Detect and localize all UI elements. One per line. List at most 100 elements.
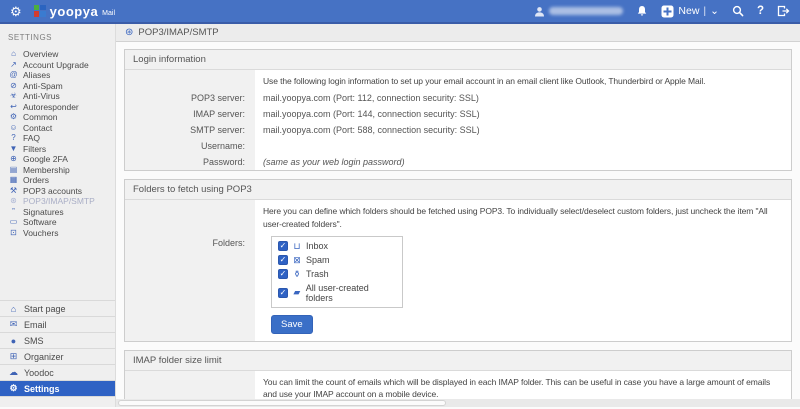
- smtp-server-value: mail.yoopya.com (Port: 588, connection s…: [255, 125, 791, 135]
- logout-icon[interactable]: [777, 5, 790, 17]
- app-item-yoodoc[interactable]: ☁Yoodoc: [0, 365, 115, 381]
- label-spacer: [125, 200, 255, 233]
- new-button[interactable]: New | ⌄: [661, 5, 719, 18]
- signatures-icon: ”: [8, 207, 19, 218]
- sidebar-item-aliases[interactable]: @ Aliases: [8, 70, 111, 81]
- new-divider: |: [703, 5, 706, 17]
- sidebar-item-vouchers[interactable]: ⊡Vouchers: [8, 228, 111, 239]
- smtp-server-label: SMTP server:: [125, 122, 255, 138]
- anti-spam-icon: ⊘: [8, 81, 19, 92]
- imap-server-value: mail.yoopya.com (Port: 144, connection s…: [255, 109, 791, 119]
- app-item-organizer[interactable]: ⊞Organizer: [0, 349, 115, 365]
- sidebar-item-pop3-imap-smtp: ⊛ POP3/IMAP/SMTP: [8, 196, 111, 207]
- brand-name: yoopya: [50, 6, 99, 18]
- main-panel: ⊛ POP3/IMAP/SMTP Login information Use t…: [116, 24, 800, 407]
- sidebar-item-orders[interactable]: ▦ Orders: [8, 175, 111, 186]
- app-nav: ⌂Start page ✉Email ●SMS ⊞Organizer ☁Yood…: [0, 300, 115, 407]
- pop3-accounts-icon: ⚒: [8, 186, 19, 197]
- folder-item-inbox: ✓ ⊔ Inbox: [278, 241, 396, 252]
- login-row-imap: IMAP server: mail.yoopya.com (Port: 144,…: [125, 106, 791, 122]
- inbox-checkbox[interactable]: ✓: [278, 241, 288, 251]
- anti-virus-icon: ☣: [8, 91, 19, 102]
- spam-checkbox[interactable]: ✓: [278, 255, 288, 265]
- app-item-email[interactable]: ✉Email: [0, 317, 115, 333]
- folder-item-label: Inbox: [306, 241, 328, 251]
- folder-item-label: Trash: [306, 269, 329, 279]
- orders-icon: ▦: [8, 175, 19, 186]
- section-login-information: Login information Use the following logi…: [124, 49, 792, 171]
- app-item-settings[interactable]: ⚙Settings: [0, 381, 115, 397]
- settings-nav: ⌂Overview ↗ Account Upgrade @ Aliases ⊘Ant…: [0, 49, 115, 238]
- brand-suffix: Mail: [102, 10, 115, 17]
- sidebar-item-google-2fa[interactable]: ⊕ Google 2FA: [8, 154, 111, 165]
- aliases-icon: @: [8, 70, 19, 81]
- horizontal-scrollbar[interactable]: [116, 399, 800, 407]
- sidebar-item-label: Orders: [23, 175, 49, 186]
- pop3-imap-smtp-icon: ⊛: [8, 196, 19, 207]
- folders-intro-text: Here you can define which folders should…: [255, 200, 791, 233]
- sidebar-item-common[interactable]: ⚙Common: [8, 112, 111, 123]
- sidebar-item-signatures[interactable]: ”Signatures: [8, 207, 111, 218]
- content-area: Login information Use the following logi…: [116, 42, 800, 407]
- horizontal-scrollbar-thumb[interactable]: [118, 400, 446, 406]
- section-title: IMAP folder size limit: [125, 351, 791, 371]
- contact-icon: ☺: [8, 123, 19, 134]
- sidebar-item-anti-spam[interactable]: ⊘Anti-Spam: [8, 81, 111, 92]
- section-title: Folders to fetch using POP3: [125, 180, 791, 200]
- sidebar-item-filters[interactable]: ▼ Filters: [8, 144, 111, 155]
- settings-gear-icon[interactable]: ⚙: [10, 5, 22, 18]
- folders-save-button[interactable]: Save: [271, 315, 313, 334]
- help-icon[interactable]: ?: [757, 5, 764, 17]
- sidebar-item-autoresponder[interactable]: ↩Autoresponder: [8, 102, 111, 113]
- page-title: POP3/IMAP/SMTP: [138, 27, 218, 38]
- google-2fa-icon: ⊕: [8, 154, 19, 165]
- sidebar-item-label: Account Upgrade: [23, 60, 89, 71]
- section-folders-fetch: Folders to fetch using POP3 Here you can…: [124, 179, 792, 342]
- folder-item-label: Spam: [306, 255, 330, 265]
- settings-sidebar: SETTINGS ⌂Overview ↗Account Upgrade @Ali…: [0, 24, 116, 407]
- sidebar-item-label: POP3/IMAP/SMTP: [23, 196, 95, 207]
- sidebar-item-account-upgrade[interactable]: ↗ Account Upgrade: [8, 60, 111, 71]
- trash-icon: ⚱: [292, 269, 302, 280]
- login-row-pop3: POP3 server: mail.yoopya.com (Port: 112,…: [125, 90, 791, 106]
- sidebar-item-anti-virus[interactable]: ☣Anti-Virus: [8, 91, 111, 102]
- folder-item-label: All user-created folders: [306, 283, 396, 303]
- app-item-sms[interactable]: ●SMS: [0, 333, 115, 349]
- folders-label: Folders:: [125, 233, 255, 310]
- user-account-menu[interactable]: [534, 6, 623, 17]
- sidebar-item-label: Vouchers: [23, 228, 58, 239]
- trash-checkbox[interactable]: ✓: [278, 269, 288, 279]
- sidebar-item-software[interactable]: ▭Software: [8, 217, 111, 228]
- all-folders-checkbox[interactable]: ✓: [278, 288, 288, 298]
- account-upgrade-icon: ↗: [8, 60, 19, 71]
- label-spacer: [125, 310, 255, 341]
- password-label: Password:: [125, 154, 255, 170]
- app-item-label: Email: [24, 320, 47, 330]
- sidebar-item-faq[interactable]: ?FAQ: [8, 133, 111, 144]
- sidebar-item-label: Filters: [23, 144, 46, 155]
- app-item-label: SMS: [24, 336, 44, 346]
- sidebar-item-membership[interactable]: ▤Membership: [8, 165, 111, 176]
- overview-icon: ⌂: [8, 49, 19, 60]
- sidebar-item-contact[interactable]: ☺Contact: [8, 123, 111, 134]
- folder-item-trash: ✓ ⚱ Trash: [278, 269, 396, 280]
- search-icon[interactable]: [732, 5, 744, 17]
- sidebar-item-label: Google 2FA: [23, 154, 68, 165]
- brand-logo[interactable]: yoopya Mail: [34, 5, 115, 18]
- app-item-label: Yoodoc: [24, 368, 54, 378]
- sidebar-item-label: Aliases: [23, 70, 50, 81]
- filters-icon: ▼: [8, 144, 19, 155]
- new-chevron-icon[interactable]: ⌄: [710, 5, 719, 17]
- folder-item-spam: ✓ ⊠ Spam: [278, 255, 396, 266]
- app-item-start-page[interactable]: ⌂Start page: [0, 301, 115, 317]
- section-title: Login information: [125, 50, 791, 70]
- folders-row: Folders: ✓ ⊔ Inbox ✓ ⊠ Spam: [125, 233, 791, 310]
- notifications-bell-icon[interactable]: [636, 5, 648, 17]
- password-value: (same as your web login password): [255, 157, 791, 167]
- sidebar-item-overview[interactable]: ⌂Overview: [8, 49, 111, 60]
- sidebar-item-pop3-accounts[interactable]: ⚒POP3 accounts: [8, 186, 111, 197]
- app-item-label: Organizer: [24, 352, 64, 362]
- label-spacer: [125, 70, 255, 90]
- login-row-username: Username:: [125, 138, 791, 154]
- login-row-smtp: SMTP server: mail.yoopya.com (Port: 588,…: [125, 122, 791, 138]
